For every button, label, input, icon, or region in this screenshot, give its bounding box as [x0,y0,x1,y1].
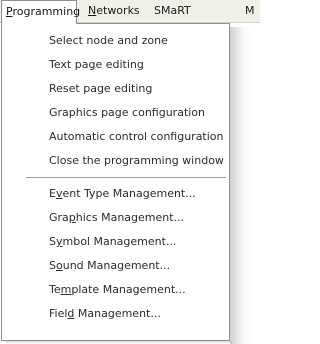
application-window: Programming Networks SMaRT M Select node… [0,0,260,344]
menu-item-text-page-editing[interactable]: Text page editing [2,53,229,77]
menu-smart-label: SMaRT [154,4,191,17]
menu-item-label: Select node and zone [49,34,168,47]
menu-item-label: Graphics page configuration [49,106,206,119]
programming-dropdown-menu: Select node and zone Text page editing R… [1,23,230,341]
menu-item-label-pre: Te [49,283,61,296]
menu-item-mnemonic: o [55,259,63,272]
menu-item-label-post: ent Type Management... [62,187,196,200]
menu-programming[interactable]: Programming [1,0,81,24]
dropdown-shadow [230,27,252,344]
menu-smart[interactable]: SMaRT [150,0,198,22]
menu-item-label-pre: Gra [49,211,69,224]
menu-item-label: Text page editing [49,58,144,71]
menu-bar: Programming Networks SMaRT M [0,0,260,24]
menu-item-sound-management[interactable]: Sound Management... [2,254,229,278]
menu-item-label-post: hics Management... [75,211,185,224]
menu-programming-label: rogramming [12,5,81,18]
menu-item-field-management[interactable]: Field Management... [2,302,229,326]
menu-item-label-pre: E [49,187,56,200]
menu-item-label-pre: S [49,235,56,248]
menu-separator [26,177,226,179]
menu-truncated[interactable]: M [245,0,260,22]
menu-item-mnemonic: m [60,283,72,296]
menu-item-label-pre: Fiel [49,307,68,320]
menu-item-label-pre: S [49,259,56,272]
menu-item-automatic-control-configuration[interactable]: Automatic control configuration [2,125,229,149]
menu-item-close-programming-window[interactable]: Close the programming window [2,149,229,173]
menu-networks[interactable]: Networks [84,0,144,22]
menu-item-label: Close the programming window [49,154,224,167]
menu-item-event-type-management[interactable]: Event Type Management... [2,182,229,206]
menu-item-select-node-and-zone[interactable]: Select node and zone [2,29,229,53]
menu-item-graphics-page-configuration[interactable]: Graphics page configuration [2,101,229,125]
menu-item-label-post: Management... [74,307,161,320]
menu-item-mnemonic: p [68,211,76,224]
menu-item-reset-page-editing[interactable]: Reset page editing [2,77,229,101]
menu-item-label-post: mbol Management... [62,235,177,248]
menu-networks-mnemonic: N [88,4,97,17]
menu-item-label-post: und Management... [62,259,171,272]
menu-item-label: Automatic control configuration [49,130,224,143]
menu-item-label: Reset page editing [49,82,153,95]
menu-truncated-label: M [245,4,255,17]
menu-item-symbol-management[interactable]: Symbol Management... [2,230,229,254]
menu-networks-label: etworks [96,4,140,17]
menu-item-template-management[interactable]: Template Management... [2,278,229,302]
menu-item-label-post: plate Management... [71,283,186,296]
menu-item-graphics-management[interactable]: Graphics Management... [2,206,229,230]
